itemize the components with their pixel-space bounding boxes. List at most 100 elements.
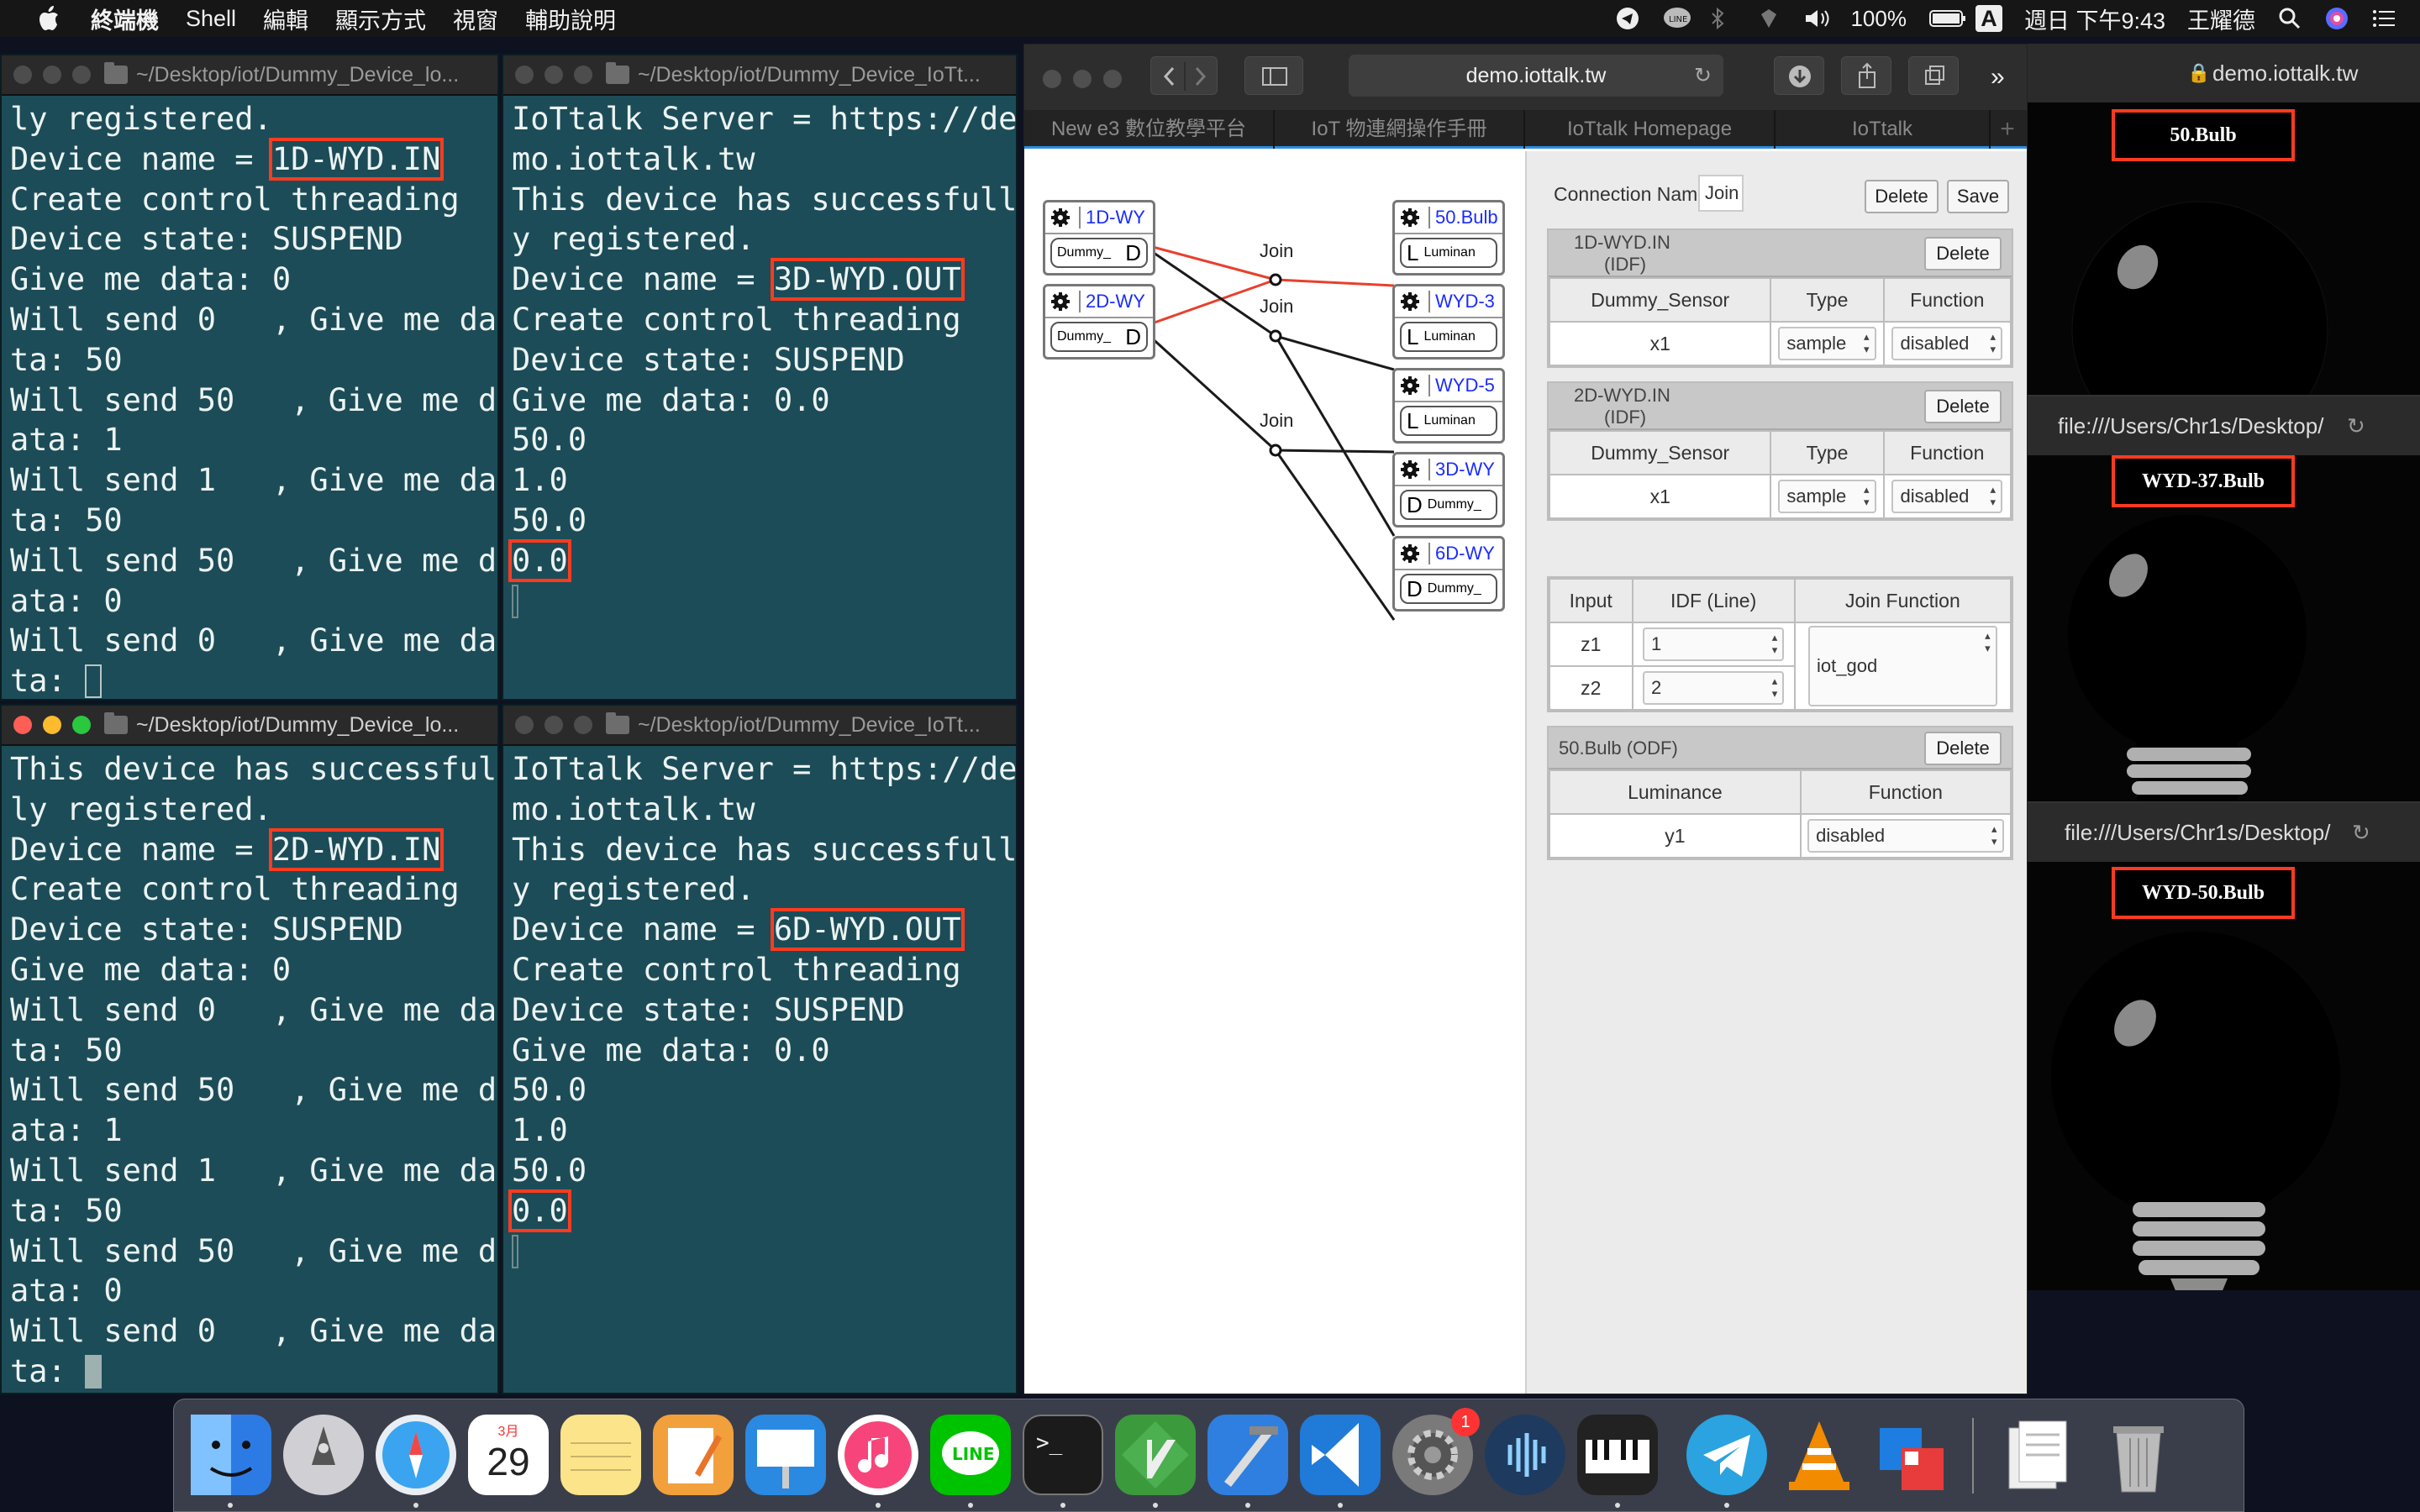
new-tab-button[interactable]: + — [1991, 110, 2024, 149]
menu-help[interactable]: 輔助說明 — [525, 3, 616, 35]
pages-icon[interactable] — [653, 1415, 734, 1495]
close-button[interactable] — [1043, 70, 1061, 88]
documents-stack-icon[interactable] — [1997, 1415, 2078, 1495]
remote-desktop-icon[interactable] — [1871, 1415, 1952, 1495]
bulb-address-bar[interactable]: file:///Users/Chr1s/Desktop/ ↻ — [2028, 396, 2420, 455]
terminal-output[interactable]: IoTtalk Server = https://de mo.iottalk.tw… — [503, 746, 1016, 1271]
odf-device-50-bulb[interactable]: 50.Bulb L Luminan — [1392, 200, 1505, 276]
xcode-icon[interactable] — [1207, 1415, 1288, 1495]
function-select[interactable]: disabled — [1807, 819, 2004, 853]
safari-window[interactable]: demo.iottalk.tw ↻ » New e3 數位教學平台 IoT 物連網… — [1023, 44, 2028, 1394]
telegram-status-icon[interactable] — [1615, 6, 1640, 31]
menu-view[interactable]: 顯示方式 — [335, 3, 426, 35]
clock[interactable]: 週日 下午9:43 — [2024, 3, 2165, 35]
device-feature[interactable]: Dummy_ D — [1050, 238, 1148, 268]
apple-menu-icon[interactable] — [25, 0, 76, 37]
share-icon[interactable] — [1841, 56, 1891, 95]
app-menu[interactable]: 終端機 — [91, 3, 159, 35]
menu-shell[interactable]: Shell — [186, 6, 236, 32]
terminal-output[interactable]: This device has successful ly registered.… — [2, 746, 497, 1392]
join-node[interactable] — [1269, 273, 1282, 286]
siri-icon[interactable] — [2324, 6, 2349, 31]
gear-icon[interactable] — [1050, 207, 1071, 228]
keynote-icon[interactable] — [745, 1415, 826, 1495]
minimize-button[interactable] — [544, 716, 563, 734]
join-label[interactable]: Join — [1260, 296, 1293, 318]
zoom-button[interactable] — [574, 716, 592, 734]
bulb-window-wyd37[interactable]: file:///Users/Chr1s/Desktop/ ↻ WYD-37.Bul… — [2028, 395, 2420, 801]
idf-line-select[interactable]: 2 — [1642, 671, 1785, 705]
zoom-button[interactable] — [72, 66, 91, 84]
join-label[interactable]: Join — [1260, 240, 1293, 262]
terminal-window-2d[interactable]: ~/Desktop/iot/Dummy_Device_lo... This de… — [0, 704, 499, 1394]
volume-icon[interactable] — [1803, 6, 1829, 31]
device-feature[interactable]: Dummy_ D — [1050, 322, 1148, 352]
more-chevron-icon[interactable]: » — [1991, 63, 2005, 92]
delete-idf-button[interactable]: Delete — [1924, 390, 2002, 423]
finder-icon[interactable] — [191, 1415, 271, 1495]
save-button[interactable]: Save — [1947, 180, 2009, 213]
safari-icon[interactable] — [376, 1415, 456, 1495]
bulb-window-50[interactable]: 🔒 demo.iottalk.tw 50.Bulb — [2028, 44, 2420, 395]
terminal-window-6d[interactable]: ~/Desktop/iot/Dummy_Device_IoTt... IoTta… — [502, 704, 1018, 1394]
telegram-icon[interactable] — [1686, 1415, 1767, 1495]
close-button[interactable] — [515, 716, 534, 734]
reload-icon[interactable]: ↻ — [2352, 803, 2370, 862]
device-name[interactable]: 6D-WY — [1428, 543, 1502, 564]
terminal-window-1d[interactable]: ~/Desktop/iot/Dummy_Device_lo... ly regi… — [0, 54, 499, 701]
device-feature[interactable]: L Luminan — [1400, 238, 1497, 268]
menu-edit[interactable]: 編輯 — [263, 3, 308, 35]
delete-connection-button[interactable]: Delete — [1865, 180, 1939, 213]
device-feature[interactable]: D Dummy_ — [1400, 574, 1497, 604]
device-name[interactable]: 3D-WY — [1428, 459, 1502, 480]
device-name[interactable]: 1D-WY — [1079, 207, 1153, 228]
reload-icon[interactable]: ↻ — [1694, 55, 1712, 97]
itunes-icon[interactable] — [838, 1415, 918, 1495]
sidebar-icon[interactable] — [1244, 56, 1303, 95]
bulb-address-bar[interactable]: 🔒 demo.iottalk.tw — [2028, 44, 2420, 102]
device-feature[interactable]: L Luminan — [1400, 322, 1497, 352]
device-name[interactable]: WYD-5 — [1428, 375, 1502, 396]
idf-device-2d[interactable]: 2D-WY Dummy_ D — [1043, 284, 1155, 360]
terminal-titlebar[interactable]: ~/Desktop/iot/Dummy_Device_lo... — [2, 706, 497, 746]
close-button[interactable] — [515, 66, 534, 84]
idf-line-select[interactable]: 1 — [1642, 627, 1785, 661]
vlc-icon[interactable] — [1779, 1415, 1860, 1495]
gear-icon[interactable] — [1400, 207, 1420, 228]
delete-idf-button[interactable]: Delete — [1924, 237, 2002, 270]
bluetooth-icon[interactable] — [1709, 6, 1734, 31]
connection-name-input[interactable] — [1698, 175, 1744, 212]
terminal-output[interactable]: IoTtalk Server = https://de mo.iottalk.tw… — [503, 96, 1016, 621]
bulb-address-bar[interactable]: file:///Users/Chr1s/Desktop/ ↻ — [2028, 803, 2420, 862]
close-button[interactable] — [13, 716, 32, 734]
device-name[interactable]: WYD-3 — [1428, 291, 1502, 312]
gear-icon[interactable] — [1400, 543, 1420, 564]
delete-odf-button[interactable]: Delete — [1924, 732, 2002, 765]
type-select[interactable]: sample — [1778, 480, 1876, 513]
terminal-output[interactable]: ly registered. Device name = 1D-WYD.IN Cre… — [2, 96, 497, 699]
notification-center-icon[interactable] — [2371, 6, 2396, 31]
minimize-button[interactable] — [1073, 70, 1092, 88]
function-select[interactable]: disabled — [1891, 327, 2003, 360]
tab-iot-manual[interactable]: IoT 物連網操作手冊 — [1275, 110, 1525, 149]
idf-device-1d[interactable]: 1D-WY Dummy_ D — [1043, 200, 1155, 276]
zoom-button[interactable] — [1103, 70, 1122, 88]
downloads-icon[interactable] — [1774, 56, 1824, 95]
minimize-button[interactable] — [544, 66, 563, 84]
tabs-overview-icon[interactable] — [1908, 56, 1959, 95]
function-select[interactable]: disabled — [1891, 480, 2003, 513]
bulb-window-wyd50[interactable]: file:///Users/Chr1s/Desktop/ ↻ WYD-50.Bul… — [2028, 801, 2420, 1290]
address-bar[interactable]: demo.iottalk.tw ↻ — [1349, 55, 1723, 97]
close-button[interactable] — [13, 66, 32, 84]
project-canvas[interactable]: Join Join Join 1D-WY Dummy_ D 2D-WY Dummy… — [1024, 151, 1525, 1394]
tab-e3[interactable]: New e3 數位教學平台 — [1024, 110, 1275, 149]
device-feature[interactable]: L Luminan — [1400, 406, 1497, 436]
battery-icon[interactable] — [1928, 6, 1965, 31]
odf-device-wyd-3[interactable]: WYD-3 L Luminan — [1392, 284, 1505, 360]
join-node[interactable] — [1269, 444, 1282, 457]
gear-icon[interactable] — [1400, 375, 1420, 396]
system-preferences-icon[interactable]: 1 — [1392, 1408, 1480, 1495]
audio-app-icon[interactable] — [1485, 1415, 1565, 1495]
device-name[interactable]: 2D-WY — [1079, 291, 1153, 312]
device-name[interactable]: 50.Bulb — [1428, 207, 1502, 228]
